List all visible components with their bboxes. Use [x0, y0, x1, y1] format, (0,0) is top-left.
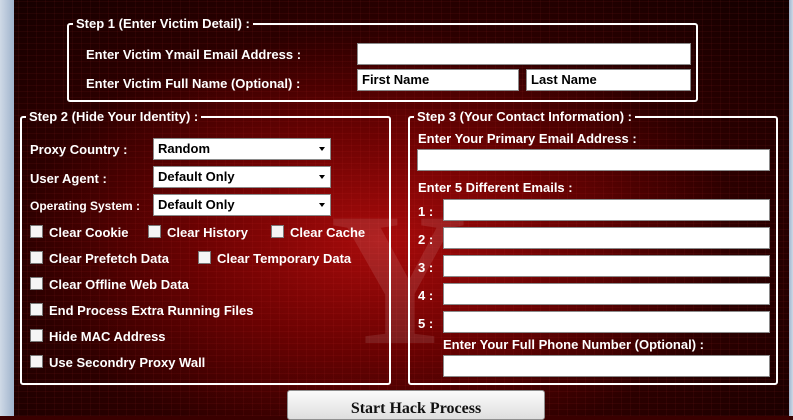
clear-cache-label: Clear Cache: [290, 225, 366, 240]
checkbox-box[interactable]: [30, 251, 43, 264]
victim-email-input[interactable]: [357, 43, 691, 65]
victim-email-label: Enter Victim Ymail Email Address :: [86, 47, 302, 62]
email-number-1: 1 :: [418, 204, 434, 219]
end-process-label: End Process Extra Running Files: [49, 303, 254, 318]
end-process-checkbox[interactable]: End Process Extra Running Files: [30, 303, 253, 321]
step1-legend: Step 1 (Enter Victim Detail) :: [76, 16, 250, 31]
clear-history-checkbox[interactable]: Clear History: [148, 225, 248, 243]
clear-prefetch-checkbox[interactable]: Clear Prefetch Data: [30, 251, 169, 269]
checkbox-box[interactable]: [30, 277, 43, 290]
email-number-5: 5 :: [418, 316, 434, 331]
proxy-country-value: Random: [158, 141, 210, 156]
checkbox-box[interactable]: [198, 251, 211, 264]
user-agent-value: Default Only: [158, 169, 235, 184]
window-frame-left: [0, 0, 14, 416]
contact-email-input-1[interactable]: [443, 199, 770, 221]
proxy-country-select[interactable]: Random: [153, 138, 331, 160]
clear-temporary-label: Clear Temporary Data: [217, 251, 352, 266]
secondry-proxy-label: Use Secondry Proxy Wall: [49, 355, 206, 370]
checkbox-box[interactable]: [30, 329, 43, 342]
victim-name-label: Enter Victim Full Name (Optional) :: [86, 76, 301, 91]
email-number-3: 3 :: [418, 260, 434, 275]
clear-cookie-label: Clear Cookie: [49, 225, 129, 240]
chevron-down-icon[interactable]: [319, 203, 325, 207]
hide-mac-checkbox[interactable]: Hide MAC Address: [30, 329, 166, 347]
contact-email-input-4[interactable]: [443, 283, 770, 305]
clear-offline-checkbox[interactable]: Clear Offline Web Data: [30, 277, 189, 295]
checkbox-box[interactable]: [30, 303, 43, 316]
step2-legend: Step 2 (Hide Your Identity) :: [29, 109, 199, 124]
user-agent-label: User Agent :: [30, 171, 107, 186]
last-name-input[interactable]: Last Name: [526, 69, 691, 91]
clear-cookie-checkbox[interactable]: Clear Cookie: [30, 225, 128, 243]
clear-temporary-checkbox[interactable]: Clear Temporary Data: [198, 251, 351, 269]
hide-mac-label: Hide MAC Address: [49, 329, 166, 344]
checkbox-box[interactable]: [30, 225, 43, 238]
user-agent-select[interactable]: Default Only: [153, 166, 331, 188]
contact-email-input-3[interactable]: [443, 255, 770, 277]
checkbox-box[interactable]: [30, 355, 43, 368]
email-number-2: 2 :: [418, 232, 434, 247]
clear-offline-label: Clear Offline Web Data: [49, 277, 189, 292]
clear-prefetch-label: Clear Prefetch Data: [49, 251, 169, 266]
proxy-country-label: Proxy Country :: [30, 142, 128, 157]
checkbox-box[interactable]: [148, 225, 161, 238]
different-emails-label: Enter 5 Different Emails :: [418, 180, 573, 195]
primary-email-input[interactable]: [417, 149, 770, 171]
primary-email-label: Enter Your Primary Email Address :: [418, 131, 637, 146]
contact-email-input-2[interactable]: [443, 227, 770, 249]
clear-cache-checkbox[interactable]: Clear Cache: [271, 225, 365, 243]
first-name-input[interactable]: First Name: [357, 69, 519, 91]
secondry-proxy-checkbox[interactable]: Use Secondry Proxy Wall: [30, 355, 205, 373]
checkbox-box[interactable]: [271, 225, 284, 238]
phone-input[interactable]: [443, 355, 770, 377]
phone-label: Enter Your Full Phone Number (Optional) …: [443, 337, 704, 352]
chevron-down-icon[interactable]: [319, 147, 325, 151]
operating-system-value: Default Only: [158, 197, 235, 212]
operating-system-select[interactable]: Default Only: [153, 194, 331, 216]
chevron-down-icon[interactable]: [319, 175, 325, 179]
clear-history-label: Clear History: [167, 225, 248, 240]
step3-legend: Step 3 (Your Contact Information) :: [417, 109, 632, 124]
window-frame-right: [789, 0, 793, 416]
email-number-4: 4 :: [418, 288, 434, 303]
contact-email-input-5[interactable]: [443, 311, 770, 333]
operating-system-label: Operating System :: [30, 199, 141, 213]
